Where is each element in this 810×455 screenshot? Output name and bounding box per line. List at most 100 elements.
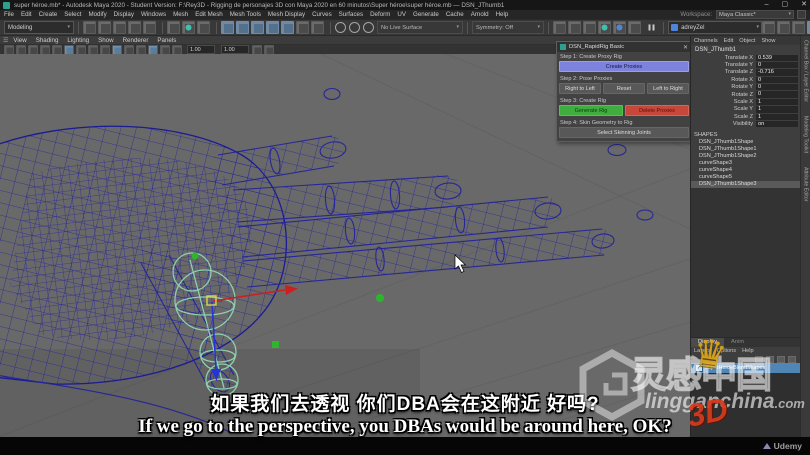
snap-point-icon[interactable] (251, 21, 264, 34)
tab-display[interactable]: Display (691, 338, 725, 347)
shape-list-item[interactable]: curveShape3 (691, 160, 800, 167)
paint-select-icon[interactable] (197, 21, 210, 34)
minimize-button[interactable]: – (765, 0, 769, 10)
exposure-field[interactable]: 1.00 (187, 45, 215, 54)
bookmark-icon[interactable] (40, 44, 50, 55)
shape-list-item[interactable]: DSN_JThumb1Shape1 (691, 146, 800, 153)
menu-display[interactable]: Display (114, 11, 134, 18)
channel-box-toggle-icon[interactable] (792, 21, 806, 34)
menu-generate[interactable]: Generate (413, 11, 439, 18)
channels-menu[interactable]: Channels (694, 38, 718, 44)
channel-value-field[interactable]: 1 (756, 106, 798, 113)
panel-menu-renderer[interactable]: Renderer (123, 37, 149, 44)
maximize-button[interactable]: ▢ (782, 0, 789, 10)
gate-mask-icon[interactable] (172, 44, 182, 55)
channel-value-field[interactable]: 0 (756, 76, 798, 84)
viewport-renderer-icon[interactable] (252, 44, 262, 55)
select-skinning-joints-button[interactable]: Select Skinning Joints (559, 127, 689, 138)
workspace-select[interactable]: Maya Classic* ▾ (716, 10, 794, 19)
field-chart-icon[interactable] (148, 44, 158, 55)
panel-menu-icon[interactable]: ☰ (3, 37, 8, 44)
menu-deform[interactable]: Deform (370, 11, 390, 18)
selected-object-name[interactable]: DSN_JThumb1 (691, 45, 800, 54)
undo-icon[interactable] (128, 21, 141, 34)
panel-menu-panels[interactable]: Panels (157, 37, 176, 44)
snap-grid-icon[interactable] (221, 21, 234, 34)
gamma-field[interactable]: 1.00 (221, 45, 249, 54)
menu-surfaces[interactable]: Surfaces (339, 11, 363, 18)
shape-list-item[interactable]: curveShape4 (691, 167, 800, 174)
channel-value-field[interactable]: 0 (756, 61, 798, 69)
antialiasing-icon[interactable] (264, 44, 274, 55)
tab-channel-box-layer-editor[interactable]: Channel Box / Layer Editor (803, 40, 809, 102)
soft-select-icon[interactable] (349, 22, 360, 33)
channel-value-field[interactable]: 0 (756, 91, 798, 98)
layer-visibility-checkbox[interactable]: ✓ (695, 364, 703, 372)
make-live-icon[interactable] (296, 21, 309, 34)
rapidrig-title-bar[interactable]: DSN_RapidRig Basic ✕ (557, 42, 691, 52)
move-layer-up-icon[interactable] (777, 355, 785, 363)
image-plane-icon[interactable] (52, 44, 62, 55)
render-icon[interactable] (553, 21, 566, 34)
open-scene-icon[interactable] (98, 21, 111, 34)
menu-create[interactable]: Create (39, 11, 58, 18)
render-settings-icon[interactable] (583, 21, 596, 34)
launch-app-icon[interactable] (628, 21, 641, 34)
shape-list-item[interactable]: curveShape5 (691, 174, 800, 181)
menu-mesh[interactable]: Mesh (173, 11, 188, 18)
snap-curve-icon[interactable] (236, 21, 249, 34)
options-menu[interactable]: Options (717, 348, 736, 354)
generate-rig-button[interactable]: Generate Rig (559, 105, 623, 116)
channel-value-field[interactable]: -0.716 (756, 69, 798, 76)
attribute-editor-toggle-icon[interactable] (762, 21, 776, 34)
panel-menu-show[interactable]: Show (98, 37, 113, 44)
wireframe-display-icon[interactable] (64, 44, 74, 55)
edit-menu[interactable]: Edit (724, 38, 734, 44)
shaded-display-icon[interactable] (76, 44, 86, 55)
new-layer-icon[interactable] (755, 355, 763, 363)
menu-select[interactable]: Select (64, 11, 81, 18)
render-view-icon[interactable] (613, 21, 626, 34)
snap-projected-center-icon[interactable] (266, 21, 279, 34)
menu-edit-mesh[interactable]: Edit Mesh (195, 11, 223, 18)
save-scene-icon[interactable] (113, 21, 126, 34)
show-menu[interactable]: Show (761, 38, 775, 44)
channel-value-field[interactable]: 0 (756, 84, 798, 91)
camera-attributes-icon[interactable] (28, 44, 38, 55)
joints-xray-icon[interactable] (124, 44, 134, 55)
menu-windows[interactable]: Windows (141, 11, 166, 18)
textured-display-icon[interactable] (88, 44, 98, 55)
menu-set-select[interactable]: Modeling ▾ (4, 21, 74, 34)
new-scene-icon[interactable] (83, 21, 96, 34)
left-to-right-button[interactable]: Left to Right (647, 83, 689, 94)
rapidrig-close-icon[interactable]: ✕ (683, 44, 688, 51)
resolution-gate-icon[interactable] (160, 44, 170, 55)
menu-mesh-tools[interactable]: Mesh Tools (230, 11, 261, 18)
help-menu[interactable]: Help (742, 348, 754, 354)
menu-edit[interactable]: Edit (21, 11, 32, 18)
workspace-pin-icon[interactable] (797, 10, 806, 19)
channel-value-field[interactable]: 0.539 (756, 54, 798, 61)
channel-value-field[interactable]: 1 (756, 113, 798, 121)
redo-icon[interactable] (143, 21, 156, 34)
menu-modify[interactable]: Modify (88, 11, 106, 18)
hypershade-icon[interactable] (598, 21, 611, 34)
menu-curves[interactable]: Curves (312, 11, 332, 18)
shape-list-item[interactable]: DSN_JThumb1Shape (691, 139, 800, 146)
input-connections-icon[interactable] (311, 21, 324, 34)
menu-cache[interactable]: Cache (446, 11, 464, 18)
symmetry-dropdown[interactable]: Symmetry: Off ▾ (472, 21, 544, 34)
select-tool-icon[interactable] (167, 21, 180, 34)
create-proxies-button[interactable]: Create Proxies (559, 61, 689, 72)
lock-camera-icon[interactable] (16, 44, 26, 55)
ipr-render-icon[interactable] (568, 21, 581, 34)
shape-list-item[interactable]: DSN_JThumb1Shape2 (691, 153, 800, 160)
xray-display-icon[interactable] (112, 44, 122, 55)
menu-help[interactable]: Help (496, 11, 509, 18)
menu-uv[interactable]: UV (397, 11, 406, 18)
right-to-left-button[interactable]: Right to Left (559, 83, 601, 94)
delete-proxies-button[interactable]: Delete Proxies (625, 105, 689, 116)
tool-settings-toggle-icon[interactable] (777, 21, 791, 34)
move-layer-down-icon[interactable] (788, 355, 796, 363)
no-live-surface-dropdown[interactable]: No Live Surface ▾ (377, 21, 463, 34)
